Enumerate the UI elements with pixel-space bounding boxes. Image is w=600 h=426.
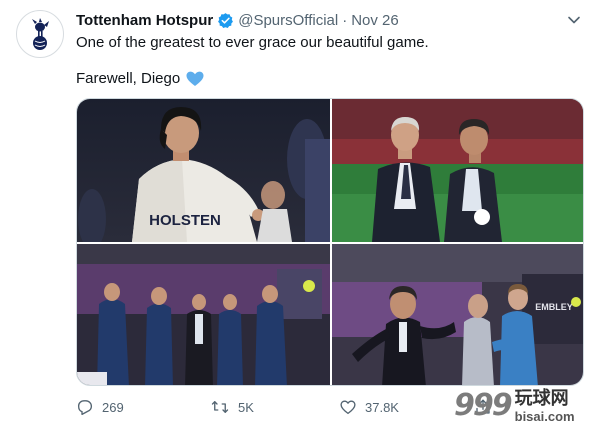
photo-maradona-dressing-room[interactable]: EMBLEY — [332, 244, 583, 385]
wembley-sign-text: EMBLEY — [535, 302, 573, 312]
watermark-chinese: 玩球网 — [514, 388, 569, 409]
tweet-text-line1: One of the greatest to ever grace our be… — [76, 34, 429, 51]
chevron-down-icon[interactable] — [564, 10, 584, 30]
heart-icon — [340, 400, 356, 415]
watermark-numerals: 999 — [454, 388, 513, 423]
like-count: 37.8K — [365, 399, 399, 415]
photo-maradona-tottenham-shirt[interactable]: HOLSTEN — [77, 99, 330, 242]
photo-grid: HOLSTEN EMBLEY — [76, 98, 584, 386]
spurs-cockerel-logo — [32, 18, 49, 50]
tweet-date[interactable]: Nov 26 — [351, 12, 399, 29]
site-watermark: 999 玩球网 bisai.com — [454, 384, 596, 424]
photo-maradona-with-man-stadium[interactable] — [332, 99, 583, 242]
tweet-text-line2: Farewell, Diego — [76, 70, 204, 87]
verified-badge-icon — [217, 12, 234, 29]
author-handle[interactable]: @SpursOfficial — [238, 12, 338, 29]
watermark-site: bisai.com — [514, 409, 575, 424]
reply-count: 269 — [102, 399, 124, 415]
photo-maradona-team-group[interactable] — [77, 244, 330, 385]
retweet-count: 5K — [238, 399, 254, 415]
watermark-text: 玩球网 bisai.com — [514, 388, 575, 425]
retweet-icon — [211, 401, 229, 413]
separator-dot: · — [342, 11, 348, 29]
blue-heart-emoji — [186, 71, 204, 87]
author-name[interactable]: Tottenham Hotspur — [76, 12, 213, 29]
reply-button[interactable]: 269 — [76, 398, 124, 416]
like-button[interactable]: 37.8K — [339, 398, 399, 416]
reply-icon — [77, 400, 93, 416]
tweet[interactable]: Tottenham Hotspur @SpursOfficial · Nov 2… — [0, 0, 600, 426]
shirt-sponsor-text: HOLSTEN — [149, 212, 221, 229]
tweet-header: Tottenham Hotspur @SpursOfficial · Nov 2… — [76, 10, 399, 30]
retweet-button[interactable]: 5K — [210, 398, 254, 416]
avatar[interactable] — [16, 10, 64, 58]
farewell-text: Farewell, Diego — [76, 70, 181, 87]
